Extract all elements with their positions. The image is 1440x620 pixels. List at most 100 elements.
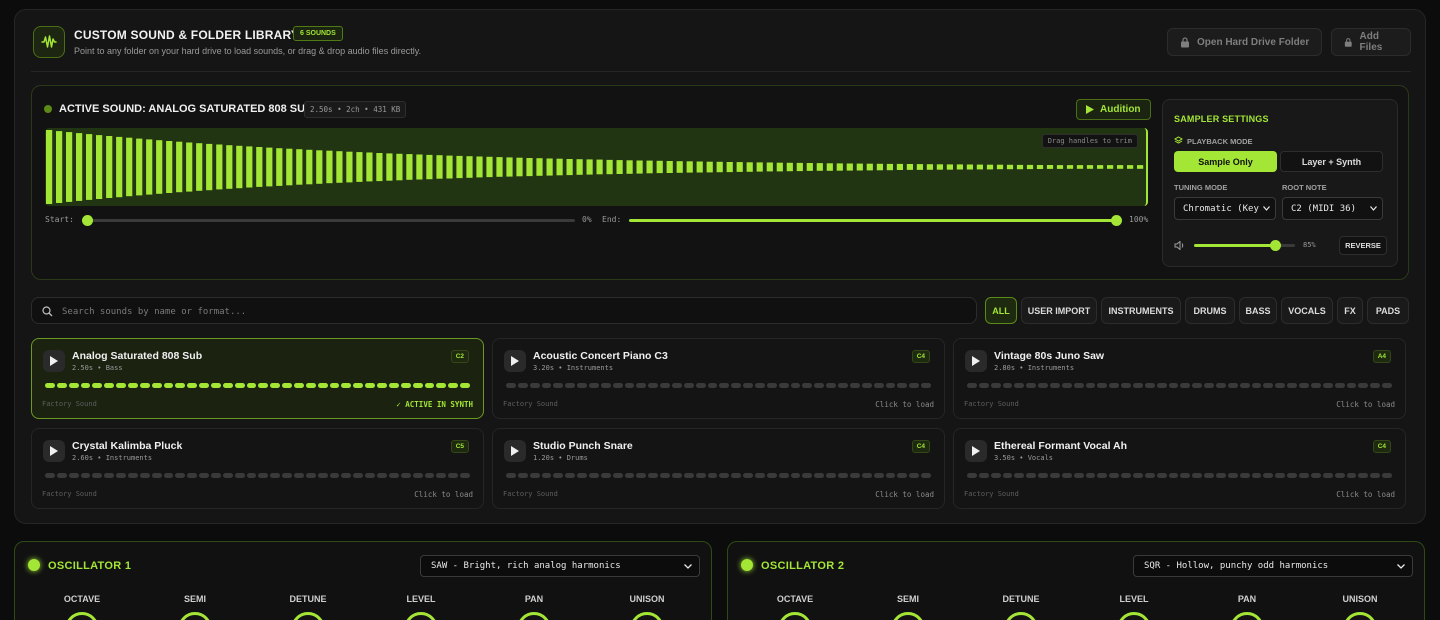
waveform-segment [151, 473, 162, 478]
waveform-segment [790, 473, 801, 478]
waveform-segment [517, 383, 528, 388]
waveform-segment [199, 473, 210, 478]
tuning-mode-select[interactable]: Chromatic (Key [1174, 197, 1276, 220]
sampler-settings-panel: SAMPLER SETTINGS PLAYBACK MODE Sample On… [1162, 99, 1398, 267]
waveform-segment [506, 473, 516, 478]
waveform-bar [696, 161, 703, 173]
play-button[interactable] [43, 440, 65, 462]
waveform-bar [796, 162, 803, 172]
filter-fx[interactable]: FX [1337, 297, 1363, 324]
waveform-bar [716, 161, 723, 173]
waveform-bar [956, 164, 963, 170]
filter-user-import[interactable]: USER IMPORT [1021, 297, 1097, 324]
level-knob[interactable] [1117, 612, 1151, 620]
waveform-bar [426, 154, 433, 180]
play-button[interactable] [43, 350, 65, 372]
start-slider-track[interactable] [87, 219, 575, 222]
waveform-segment [175, 473, 186, 478]
play-button[interactable] [965, 350, 987, 372]
detune-knob[interactable] [291, 612, 325, 620]
waveform-segment [529, 473, 540, 478]
audition-button[interactable]: Audition [1076, 99, 1151, 120]
waveform-segment [1168, 473, 1179, 478]
sound-card[interactable]: Ethereal Formant Vocal Ah 3.50s • Vocals… [953, 428, 1406, 509]
play-button[interactable] [965, 440, 987, 462]
volume-slider-thumb[interactable] [1270, 240, 1281, 251]
waveform-segment [139, 473, 150, 478]
waveform-segment [861, 383, 872, 388]
waveform-bar [1127, 165, 1134, 169]
sound-card[interactable]: Acoustic Concert Piano C3 3.20s • Instru… [492, 338, 945, 419]
waveform-bar [1107, 165, 1114, 169]
sound-name: Studio Punch Snare [533, 440, 633, 452]
volume-slider-fill[interactable] [1194, 244, 1275, 247]
waveform-segment [1085, 383, 1096, 388]
waveform-bar [416, 154, 423, 180]
filter-all[interactable]: ALL [985, 297, 1017, 324]
filter-pads[interactable]: PADS [1367, 297, 1409, 324]
knob-label-detune: DETUNE [1002, 594, 1040, 604]
open-hard-drive-folder-button[interactable]: Open Hard Drive Folder [1167, 28, 1323, 56]
waveform-segment [648, 473, 659, 478]
play-button[interactable] [504, 440, 526, 462]
filter-drums[interactable]: DRUMS [1185, 297, 1235, 324]
sound-card[interactable]: Crystal Kalimba Pluck 2.60s • Instrument… [31, 428, 484, 509]
waveform-segment [424, 473, 435, 478]
reverse-button[interactable]: REVERSE [1339, 236, 1387, 255]
osc2-power-toggle[interactable] [741, 559, 753, 571]
end-slider-thumb[interactable] [1111, 215, 1122, 226]
add-files-button[interactable]: Add Files [1331, 28, 1411, 56]
waveform-segment [1061, 473, 1072, 478]
sound-card[interactable]: Vintage 80s Juno Saw 2.80s • Instruments… [953, 338, 1406, 419]
waveform-bar [876, 163, 883, 171]
root-note-badge: C4 [911, 350, 930, 363]
start-slider-thumb[interactable] [82, 215, 93, 226]
level-knob[interactable] [404, 612, 438, 620]
waveform-bar [616, 160, 623, 174]
octave-knob[interactable] [778, 612, 812, 620]
waveform-bar [336, 151, 343, 183]
waveform-segment [541, 473, 552, 478]
osc1-power-toggle[interactable] [28, 559, 40, 571]
waveform-segment [849, 383, 860, 388]
osc2-waveform-select[interactable]: SQR - Hollow, punchy odd harmonics [1133, 555, 1413, 577]
waveform-segment [353, 473, 364, 478]
filter-vocals[interactable]: VOCALS [1281, 297, 1333, 324]
waveform-segment [80, 473, 91, 478]
play-icon [50, 356, 58, 366]
sound-card[interactable]: Analog Saturated 808 Sub 2.50s • Bass C2… [31, 338, 484, 419]
waveform-segment [1061, 383, 1072, 388]
end-slider-track[interactable] [629, 219, 1117, 222]
play-button[interactable] [504, 350, 526, 372]
waveform-segment [695, 383, 706, 388]
waveform-segment [1026, 383, 1037, 388]
sound-card[interactable]: Studio Punch Snare 1.20s • Drums C4 Fact… [492, 428, 945, 509]
waveform-display[interactable]: Drag handles to trim [45, 128, 1148, 206]
pan-knob[interactable] [1230, 612, 1264, 620]
lock-icon [1344, 37, 1352, 47]
sampler-settings-title: SAMPLER SETTINGS [1174, 114, 1269, 124]
root-note-select[interactable]: C2 (MIDI 36) [1282, 197, 1383, 220]
waveform-segment [317, 473, 328, 478]
playback-mode-label: PLAYBACK MODE [1187, 137, 1253, 146]
filter-bass[interactable]: BASS [1239, 297, 1277, 324]
waveform-segment [1346, 383, 1357, 388]
semi-knob[interactable] [178, 612, 212, 620]
semi-knob[interactable] [891, 612, 925, 620]
start-label: Start: [45, 215, 74, 224]
filter-instruments[interactable]: INSTRUMENTS [1101, 297, 1181, 324]
waveform-segment [1002, 473, 1013, 478]
sample-only-button[interactable]: Sample Only [1174, 151, 1277, 172]
lock-icon [1181, 36, 1189, 47]
pan-knob[interactable] [517, 612, 551, 620]
detune-knob[interactable] [1004, 612, 1038, 620]
layers-icon [1174, 136, 1183, 144]
octave-knob[interactable] [65, 612, 99, 620]
osc1-waveform-select[interactable]: SAW - Bright, rich analog harmonics [420, 555, 700, 577]
layer-synth-button[interactable]: Layer + Synth [1280, 151, 1383, 172]
search-input[interactable]: Search sounds by name or format... [31, 297, 977, 324]
waveform-segment [1370, 473, 1381, 478]
waveform-segment [294, 383, 304, 388]
unison-knob[interactable] [1343, 612, 1377, 620]
unison-knob[interactable] [630, 612, 664, 620]
